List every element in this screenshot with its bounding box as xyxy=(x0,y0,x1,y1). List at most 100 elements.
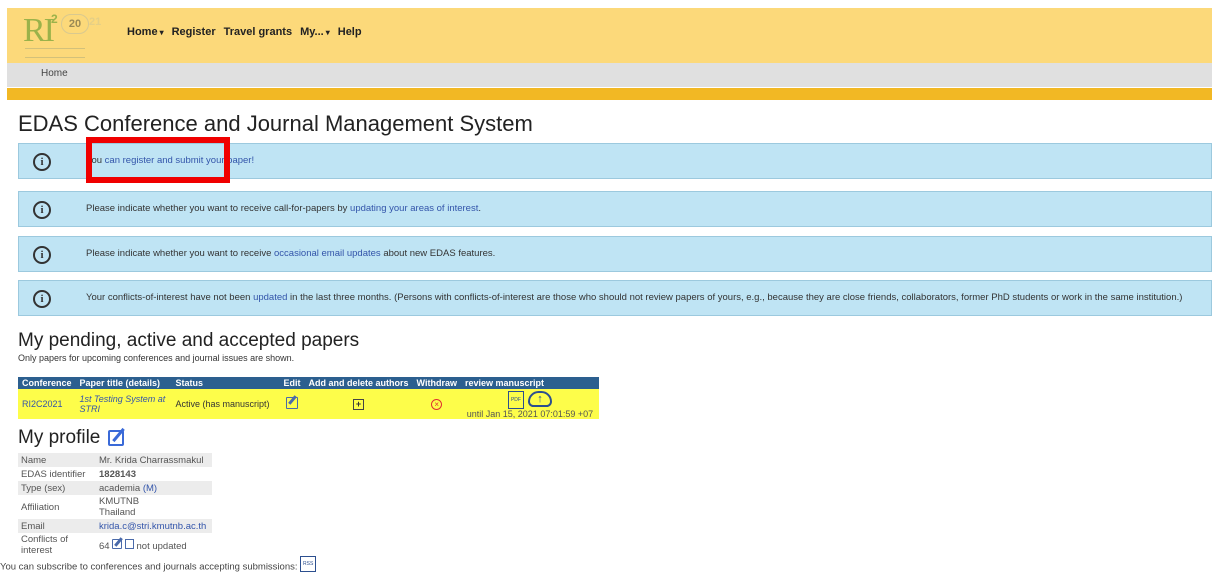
breadcrumb-bar: Home xyxy=(7,63,1212,87)
profile-key: Email xyxy=(18,519,96,533)
profile-key: Type (sex) xyxy=(18,481,96,495)
col-edit: Edit xyxy=(279,377,305,389)
col-withdraw: Withdraw xyxy=(412,377,461,389)
info-icon: i xyxy=(33,153,51,171)
alert-text-before: Please indicate whether you want to rece… xyxy=(86,203,351,214)
page-title: EDAS Conference and Journal Management S… xyxy=(18,111,533,136)
profile-key: Conflicts of interest xyxy=(21,534,68,556)
profile-type: academia (M) xyxy=(96,481,212,495)
alert-text-after: in the last three months. (Persons with … xyxy=(287,292,1183,303)
withdraw-icon[interactable]: × xyxy=(431,398,443,410)
info-icon: i xyxy=(33,290,51,308)
chevron-down-icon: ▾ xyxy=(159,28,164,37)
conflicts-count: 64 xyxy=(99,540,110,552)
areas-of-interest-link[interactable]: updating your areas of interest xyxy=(350,203,478,214)
info-icon: i xyxy=(33,246,51,264)
col-status[interactable]: Status xyxy=(171,377,280,389)
edit-cell xyxy=(279,389,305,419)
edit-icon[interactable] xyxy=(286,397,299,409)
profile-row: Type (sex) academia (M) xyxy=(18,481,212,495)
profile-type-value: academia xyxy=(99,482,141,494)
col-conference[interactable]: Conference xyxy=(18,377,76,389)
profile-affiliation: KMUTNB Thailand xyxy=(96,495,212,519)
alert-text-before: Please indicate whether you want to rece… xyxy=(86,248,274,259)
papers-table: Conference Paper title (details) Status … xyxy=(18,377,599,419)
profile-edas-id: 1828143 xyxy=(99,468,136,480)
rss-icon[interactable]: RSS xyxy=(300,556,317,572)
pdf-icon[interactable]: PDF xyxy=(507,391,524,409)
withdraw-cell: × xyxy=(412,389,461,419)
alert-text-before: Your conflicts-of-interest have not been xyxy=(86,292,254,303)
profile-email: krida.c@stri.kmutnb.ac.th xyxy=(96,519,212,533)
paper-status: Active (has manuscript) xyxy=(171,389,280,419)
profile-key: EDAS identifier xyxy=(21,468,86,480)
ri2c-logo[interactable]: RI 2 20 21 xyxy=(17,12,107,58)
nav-register[interactable]: Register xyxy=(172,26,216,38)
profile-sex-link[interactable]: (M) xyxy=(143,483,157,494)
logo-year: 20 xyxy=(61,14,89,34)
profile-section-title: My profile xyxy=(18,427,101,448)
manuscript-icons: PDF ↑ xyxy=(465,391,595,409)
subscribe-text: You can subscribe to conferences and jou… xyxy=(0,556,317,575)
trash-icon[interactable] xyxy=(124,538,134,549)
nav-home[interactable]: Home ▾ xyxy=(127,26,164,38)
col-add-delete-authors: Add and delete authors xyxy=(304,377,413,389)
alert-text-after: about new EDAS features. xyxy=(380,248,496,259)
logo-subtitle xyxy=(25,48,85,58)
alert-text: Please indicate whether you want to rece… xyxy=(86,248,495,259)
conflicts-updated-link[interactable]: updated xyxy=(253,292,287,303)
paper-title[interactable]: 1st Testing System at STRI xyxy=(75,389,172,419)
alert-text-after: . xyxy=(478,203,482,214)
highlight-annotation xyxy=(86,137,230,183)
profile-row: Name Mr. Krida Charrassmakul xyxy=(18,453,212,467)
email-link[interactable]: krida.c@stri.kmutnb.ac.th xyxy=(99,521,206,532)
alert-conflicts: i Your conflicts-of-interest have not be… xyxy=(18,280,1212,316)
profile-key: Affiliation xyxy=(21,501,60,513)
col-review-manuscript: review manuscript xyxy=(460,377,599,389)
add-author-icon[interactable]: + xyxy=(353,398,365,410)
profile-row: Email krida.c@stri.kmutnb.ac.th xyxy=(18,519,212,533)
email-updates-link[interactable]: occasional email updates xyxy=(274,248,381,259)
upload-cloud-icon[interactable]: ↑ xyxy=(527,391,552,407)
nav-help[interactable]: Help xyxy=(338,26,362,38)
table-header-row: Conference Paper title (details) Status … xyxy=(18,377,599,389)
header-divider xyxy=(7,88,1212,100)
alert-text: Your conflicts-of-interest have not been… xyxy=(86,292,1182,303)
info-icon: i xyxy=(33,201,51,219)
nav-my[interactable]: My... ▾ xyxy=(300,26,330,38)
chevron-down-icon: ▾ xyxy=(325,28,330,37)
review-manuscript-cell: PDF ↑ until Jan 15, 2021 07:01:59 +07 xyxy=(460,389,599,419)
papers-section-title: My pending, active and accepted papers xyxy=(18,330,360,351)
profile-conflicts: 64 not updated xyxy=(96,533,212,557)
main-nav: Home ▾ Register Travel grants My... ▾ Help xyxy=(127,26,370,38)
paper-title-link[interactable]: 1st Testing System at STRI xyxy=(80,394,166,414)
profile-name: Mr. Krida Charrassmakul xyxy=(96,453,212,467)
breadcrumb[interactable]: Home xyxy=(41,68,68,79)
table-row: RI2C2021 1st Testing System at STRI Acti… xyxy=(18,389,599,419)
profile-row: Affiliation KMUTNB Thailand xyxy=(18,495,212,519)
affiliation-country: Thailand xyxy=(99,507,136,518)
papers-note: Only papers for upcoming conferences and… xyxy=(18,353,295,363)
logo-text: RI xyxy=(23,12,55,49)
nav-my-label: My... xyxy=(300,26,324,38)
logo-year-suffix: 21 xyxy=(89,16,102,28)
alert-text: Please indicate whether you want to rece… xyxy=(86,203,481,214)
profile-table: Name Mr. Krida Charrassmakul EDAS identi… xyxy=(18,453,212,557)
subscribe-label: You can subscribe to conferences and jou… xyxy=(0,561,298,573)
nav-home-label: Home xyxy=(127,26,158,38)
conference-link[interactable]: RI2C2021 xyxy=(22,399,63,409)
affiliation-name: KMUTNB xyxy=(99,496,140,507)
nav-travel-grants[interactable]: Travel grants xyxy=(224,26,292,38)
col-paper-title[interactable]: Paper title (details) xyxy=(75,377,172,389)
edit-profile-icon[interactable] xyxy=(108,430,124,446)
top-header: RI 2 20 21 Home ▾ Register Travel grants … xyxy=(7,8,1212,63)
conflicts-status: not updated xyxy=(136,540,187,552)
review-deadline: until Jan 15, 2021 07:01:59 +07 xyxy=(466,409,594,419)
add-authors-cell: + xyxy=(304,389,413,419)
paper-conference[interactable]: RI2C2021 xyxy=(18,389,76,419)
profile-row: Conflicts of interest 64 not updated xyxy=(18,533,212,557)
alert-call-for-papers: i Please indicate whether you want to re… xyxy=(18,191,1212,227)
edit-icon[interactable] xyxy=(112,538,123,549)
profile-key: Name xyxy=(18,453,96,467)
profile-row: EDAS identifier 1828143 xyxy=(18,467,212,481)
